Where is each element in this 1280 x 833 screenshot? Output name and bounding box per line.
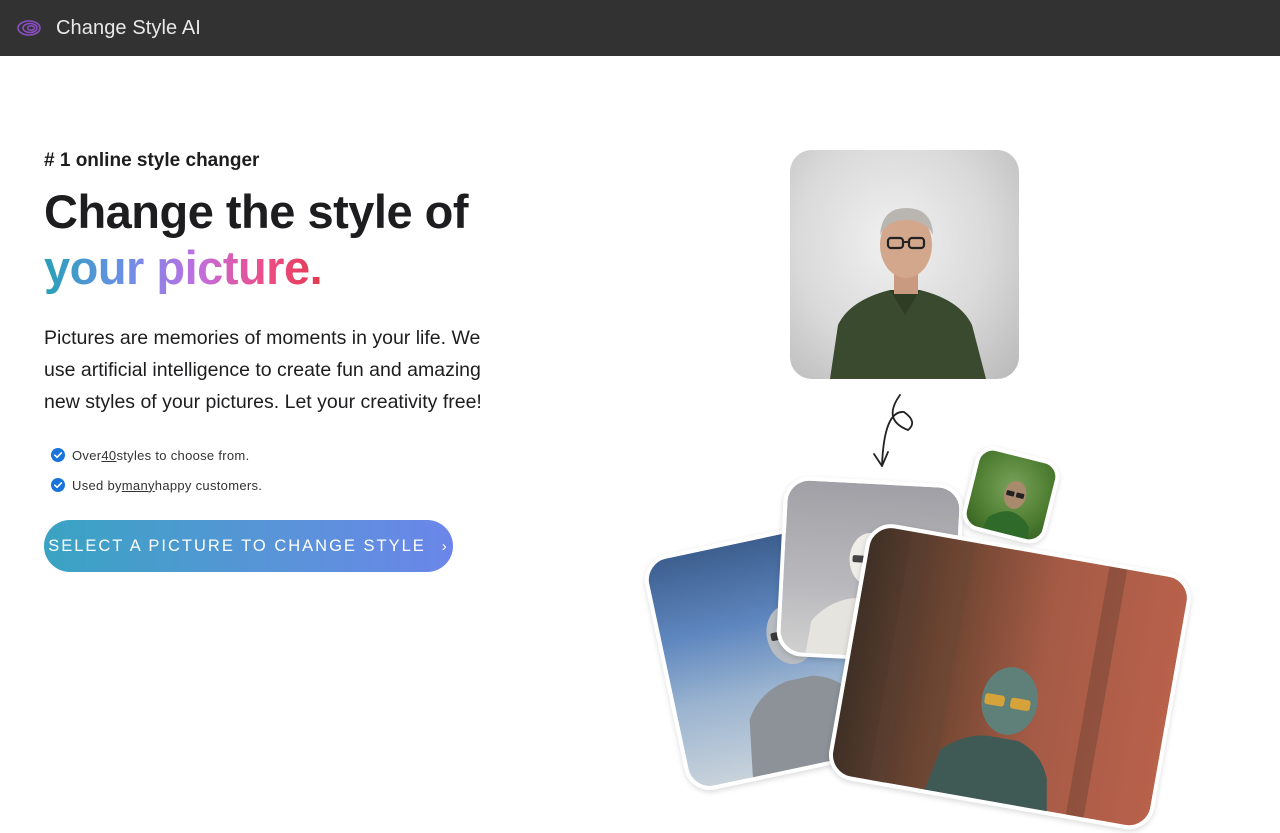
check-circle-icon: [51, 478, 65, 492]
bronze-statue-figure: [867, 531, 1128, 826]
feature-item: Over 40 styles to choose from.: [44, 440, 564, 470]
feature-text-after: styles to choose from.: [116, 447, 250, 463]
hero-section: # 1 online style changer Change the styl…: [44, 150, 564, 572]
select-picture-label: SELECT A PICTURE TO CHANGE STYLE: [48, 536, 426, 555]
headline-line-2: your picture.: [44, 241, 323, 294]
hero-description: Pictures are memories of moments in your…: [44, 327, 482, 413]
feature-text-before: Over: [72, 447, 102, 463]
spiral-logo-icon[interactable]: [16, 15, 42, 41]
top-bar: Change Style AI: [0, 0, 1280, 56]
hand-drawn-arrow-icon: [873, 394, 914, 467]
feature-text-after: happy customers.: [154, 477, 263, 493]
chevron-right-icon: ›: [441, 537, 449, 555]
check-circle-icon: [51, 448, 65, 462]
feature-text-emph: 40: [101, 447, 117, 463]
feature-text-emph: many: [121, 477, 155, 493]
headline-line-1: Change the style of: [44, 185, 469, 238]
hero-headline: Change the style of your picture.: [44, 184, 564, 296]
original-photo: [790, 150, 1019, 379]
hero-eyebrow: # 1 online style changer: [44, 150, 260, 171]
app-title[interactable]: Change Style AI: [56, 17, 201, 40]
styled-example-grass: [958, 442, 1064, 548]
grass-style-figure: [979, 481, 1029, 548]
feature-item: Used by many happy customers.: [44, 470, 564, 500]
styled-example-bronze: [824, 520, 1195, 833]
select-picture-button[interactable]: SELECT A PICTURE TO CHANGE STYLE ›: [44, 520, 453, 572]
feature-text-before: Used by: [72, 477, 122, 493]
feature-list: Over 40 styles to choose from. Used by m…: [44, 440, 564, 500]
portrait-figure: [830, 208, 986, 379]
